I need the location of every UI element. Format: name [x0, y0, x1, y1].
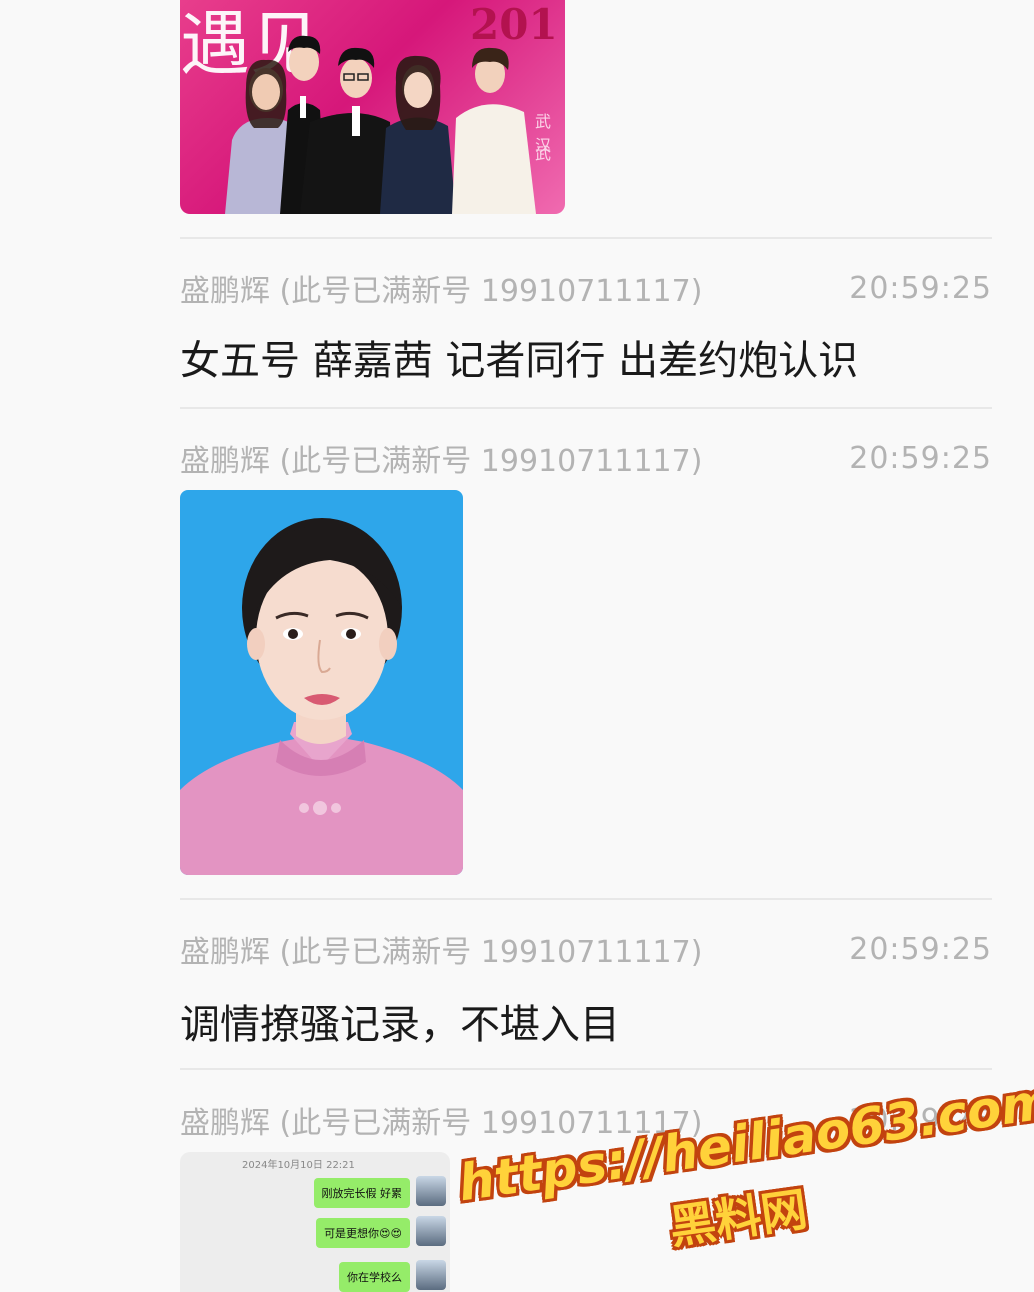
chat-avatar — [416, 1260, 446, 1290]
chat-screenshot-image[interactable]: 2024年10月10日 22:21 刚放完长假 好累 可是更想你😍😍 你在学校么 — [180, 1152, 450, 1292]
message-time: 20:59:25 — [849, 931, 992, 967]
sender-name: 盛鹏辉 (此号已满新号 19910711117) — [180, 444, 703, 479]
chat-bubble: 可是更想你😍😍 — [316, 1218, 410, 1248]
sender-name: 盛鹏辉 (此号已满新号 19910711117) — [180, 935, 703, 970]
message-time: 20:59:25 — [849, 440, 992, 476]
chat-avatar — [416, 1176, 446, 1206]
message-text: 女五号 薛嘉茜 记者同行 出差约炮认识 — [180, 338, 859, 384]
message-meta: 盛鹏辉 (此号已满新号 19910711117) 20:59:25 — [180, 268, 992, 310]
message-meta: 盛鹏辉 (此号已满新号 19910711117) 20:59:25 — [180, 929, 992, 971]
group-photo-image[interactable]: 遇见 201 武汉 武 — [180, 0, 565, 214]
chat-timestamp: 2024年10月10日 22:21 — [242, 1160, 355, 1171]
chat-bubble: 你在学校么 — [339, 1262, 410, 1292]
message-divider — [180, 407, 992, 409]
message-divider — [180, 898, 992, 900]
id-portrait-image[interactable] — [180, 490, 463, 875]
sender-name: 盛鹏辉 (此号已满新号 19910711117) — [180, 274, 703, 309]
message-divider — [180, 237, 992, 239]
watermark-name: 黑料网 — [666, 1181, 811, 1255]
message-time: 20:59:25 — [849, 270, 992, 306]
message-text: 调情撩骚记录，不堪入目 — [180, 1002, 620, 1048]
people-illustration — [225, 35, 536, 214]
portrait-illustration — [180, 518, 463, 875]
message-divider — [180, 1068, 992, 1070]
chat-bubble: 刚放完长假 好累 — [313, 1178, 410, 1208]
message-meta: 盛鹏辉 (此号已满新号 19910711117) 20:59:25 — [180, 438, 992, 480]
chat-avatar — [416, 1216, 446, 1246]
